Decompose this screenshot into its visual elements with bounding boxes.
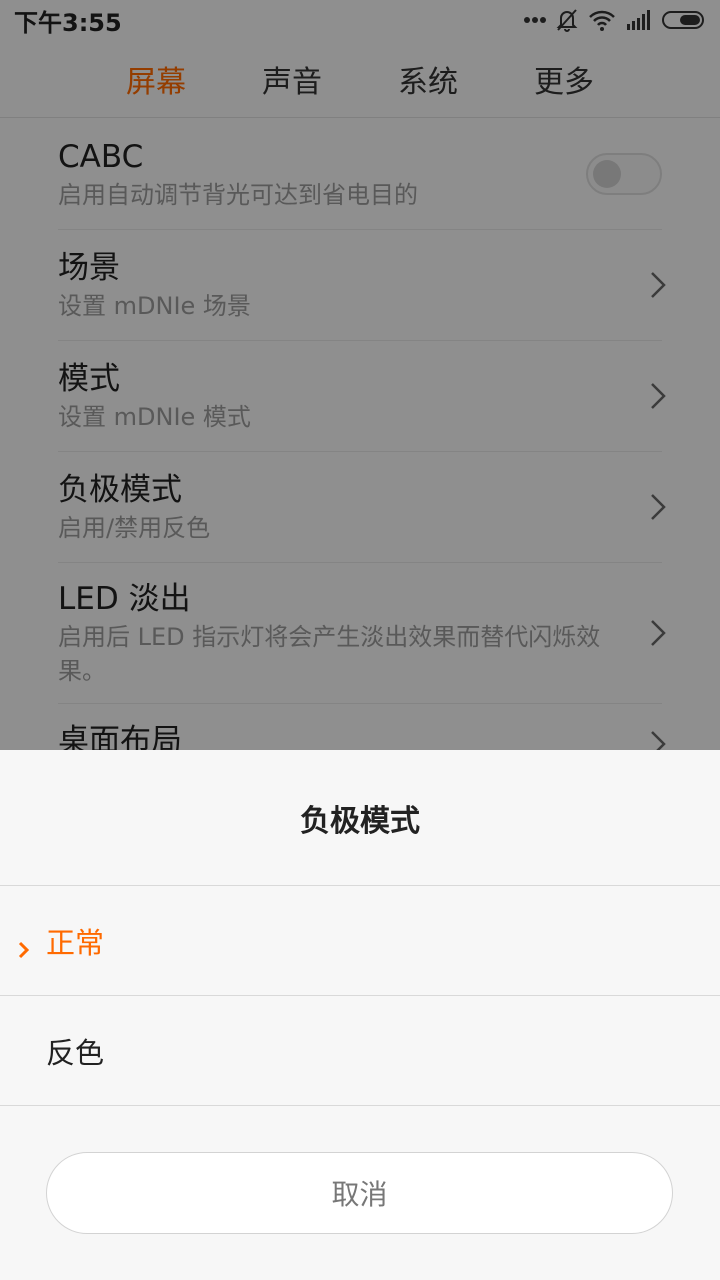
option-label: 正常 <box>46 925 105 960</box>
cancel-button[interactable]: 取消 <box>46 1152 673 1234</box>
settings-screen: 下午3:55 屏幕 声音 系统 更多 CABC 启用自动调节背光可达到省电目的 … <box>0 0 720 1280</box>
option-label: 反色 <box>46 1035 105 1070</box>
dim-overlay[interactable] <box>0 0 720 750</box>
negative-mode-dialog: 负极模式 正常 反色 取消 <box>0 750 720 1280</box>
dialog-title: 负极模式 <box>0 750 720 886</box>
chevron-right-icon <box>18 932 30 966</box>
option-invert[interactable]: 反色 <box>0 996 720 1106</box>
option-normal[interactable]: 正常 <box>0 886 720 996</box>
